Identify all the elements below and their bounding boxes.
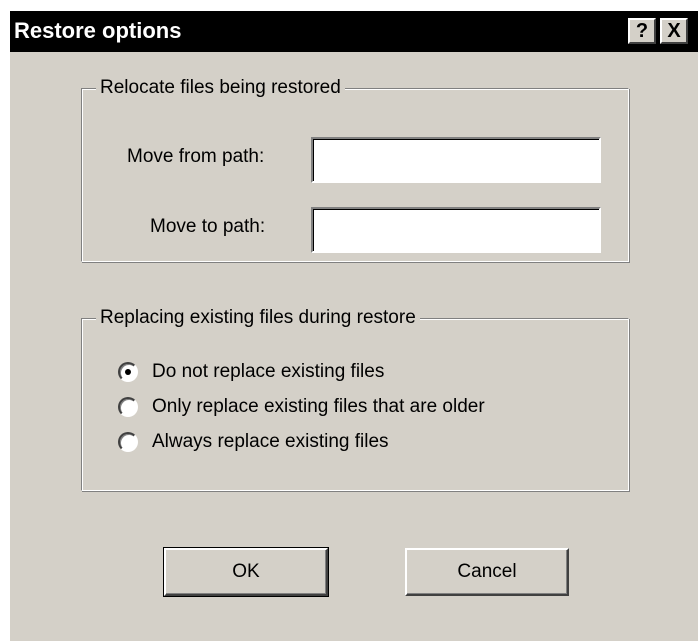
cancel-button[interactable]: Cancel [405, 548, 569, 596]
title-bar: Restore options ? X [10, 11, 698, 52]
move-to-path-input[interactable] [311, 207, 601, 253]
help-icon: ? [635, 20, 649, 42]
radio-option-replace-older[interactable]: Only replace existing files that are old… [118, 394, 485, 420]
radio-option-do-not-replace[interactable]: Do not replace existing files [118, 359, 384, 385]
ok-button[interactable]: OK [163, 547, 329, 597]
replace-groupbox: Replacing existing files during restore … [81, 306, 629, 491]
close-button[interactable]: X [660, 18, 688, 44]
radio-label: Always replace existing files [152, 431, 389, 452]
move-to-path-label: Move to path: [150, 216, 266, 237]
radio-button[interactable] [118, 397, 138, 417]
close-icon: X [667, 20, 681, 42]
relocate-groupbox: Relocate files being restored Move from … [81, 76, 629, 262]
dialog-title: Restore options [14, 18, 182, 43]
radio-button-checked[interactable] [118, 362, 138, 382]
replace-group-legend: Replacing existing files during restore [96, 306, 420, 330]
restore-options-dialog: Restore options ? X Relocate files being… [10, 11, 698, 641]
radio-option-always-replace[interactable]: Always replace existing files [118, 429, 389, 455]
radio-button[interactable] [118, 432, 138, 452]
help-button[interactable]: ? [628, 18, 656, 44]
move-from-path-label: Move from path: [127, 146, 265, 167]
relocate-group-legend: Relocate files being restored [96, 76, 345, 100]
radio-label: Only replace existing files that are old… [152, 396, 485, 417]
radio-label: Do not replace existing files [152, 361, 385, 382]
move-from-path-input[interactable] [311, 137, 601, 183]
